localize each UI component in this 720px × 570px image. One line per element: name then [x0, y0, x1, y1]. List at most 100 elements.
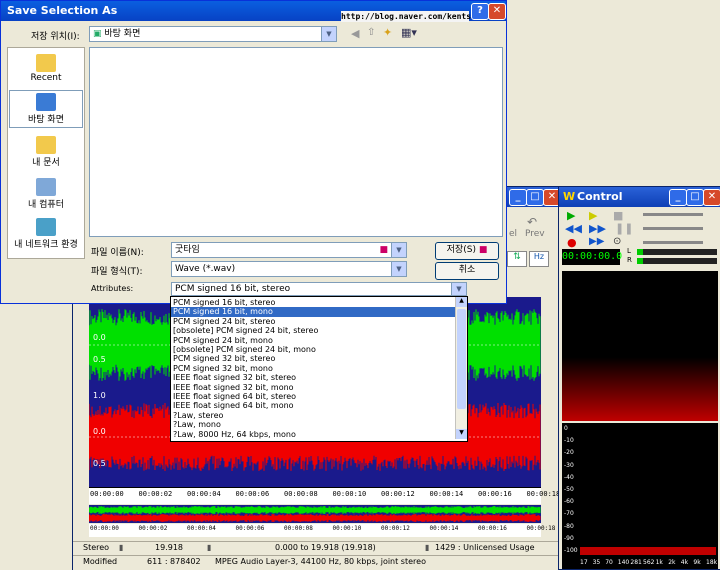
- zoom-vertical-button[interactable]: ⇅: [507, 251, 527, 267]
- url-watermark: http://blog.naver.com/kentsh2: [341, 11, 481, 22]
- ruler-tick-label: 00:00:08: [284, 525, 313, 532]
- meter-freq-label: 35: [592, 559, 601, 566]
- desktop-icon: [36, 93, 56, 111]
- place-my-documents[interactable]: 내 문서: [9, 134, 83, 172]
- filetype-value: Wave (*.wav): [175, 264, 236, 274]
- overview-waveform[interactable]: [88, 505, 541, 523]
- attribute-option[interactable]: ?Law, 8000 Hz, 64 kbps, mono: [171, 430, 457, 440]
- attributes-label: Attributes:: [91, 284, 134, 293]
- ruler-tick-label: 00:00:10: [332, 525, 362, 532]
- chevron-down-icon[interactable]: ▼: [451, 283, 466, 295]
- status-range: 0.000 to 19.918 (19.918): [275, 543, 376, 552]
- my-computer-icon: [36, 178, 56, 196]
- stop-icon[interactable]: ■: [613, 209, 623, 222]
- prev-button[interactable]: Prev: [525, 229, 545, 239]
- filename-label: 파일 이름(N):: [91, 248, 144, 258]
- forward-icon[interactable]: ▶▶: [589, 222, 606, 235]
- up-folder-icon[interactable]: ⇧: [367, 27, 375, 38]
- filetype-select[interactable]: Wave (*.wav) ▼: [171, 261, 407, 277]
- meter-db-label: -80: [564, 522, 574, 530]
- places-bar: Recent 바탕 화면 내 문서 내 컴퓨터 내 네트워크 환경: [7, 47, 85, 259]
- zoom-horizontal-button[interactable]: Hz: [529, 251, 549, 267]
- scroll-up-icon[interactable]: ▲: [456, 297, 467, 307]
- chevron-down-icon[interactable]: ▼: [391, 262, 406, 276]
- record-icon[interactable]: ●: [567, 236, 577, 249]
- cancel-button[interactable]: 취소: [435, 262, 499, 280]
- overview-channel: [88, 506, 541, 514]
- meter-db-label: -50: [564, 486, 574, 493]
- chevron-down-icon[interactable]: ▼: [321, 27, 336, 41]
- pause-icon[interactable]: ❚❚: [615, 222, 633, 235]
- control-window: W Control _ □ ✕ ▶ ▶ ■ ◀◀ ▶▶ ❚❚ ● ▶▶ ⊙ 00…: [558, 186, 720, 570]
- control-title: Control: [577, 190, 623, 203]
- toolbar-label[interactable]: el: [509, 229, 517, 239]
- spectrum-bars: [580, 547, 716, 555]
- wave-label: 0.5: [93, 355, 106, 364]
- ruler-tick-label: 00:00:16: [478, 525, 507, 532]
- scroll-thumb[interactable]: [457, 309, 466, 409]
- play-icon[interactable]: ▶: [567, 209, 575, 222]
- place-label: 내 컴퓨터: [28, 200, 64, 210]
- chevron-down-icon[interactable]: ▼: [391, 243, 406, 257]
- minimize-button[interactable]: _: [669, 189, 687, 206]
- ruler-tick-label: 00:00:02: [138, 525, 168, 532]
- attributes-dropdown-list[interactable]: PCM signed 16 bit, stereo PCM signed 16 b…: [170, 296, 468, 442]
- maximize-button[interactable]: □: [686, 189, 704, 206]
- editor-toolbar: el ↶ Prev: [509, 213, 561, 243]
- meter-freq-label: 562: [643, 559, 655, 566]
- location-combo[interactable]: ▣ 바탕 화면 ▼: [89, 26, 337, 42]
- pan-slider[interactable]: [643, 227, 703, 230]
- transport-controls: ▶ ▶ ■ ◀◀ ▶▶ ❚❚ ● ▶▶ ⊙: [563, 209, 635, 249]
- rewind-icon[interactable]: ◀◀: [565, 222, 582, 235]
- meter-freq-label: 17: [580, 559, 588, 566]
- back-icon[interactable]: ◀: [351, 27, 359, 40]
- meter-freq-label: 4k: [680, 559, 689, 566]
- save-button[interactable]: 저장(S) ■: [435, 242, 499, 260]
- meter-db-label: -90: [564, 534, 574, 542]
- end-icon[interactable]: ▶▶: [589, 236, 604, 247]
- ruler-tick-label: 00:00:00: [90, 490, 124, 498]
- ruler-tick-label: 00:00:08: [284, 490, 318, 498]
- close-button[interactable]: ✕: [488, 3, 506, 20]
- volume-slider[interactable]: [643, 213, 703, 216]
- play-loop-icon[interactable]: ▶: [589, 209, 597, 222]
- ruler-tick-label: 00:00:04: [187, 525, 216, 532]
- place-label: 바탕 화면: [28, 115, 64, 125]
- location-value: 바탕 화면: [104, 29, 141, 39]
- place-label: Recent: [30, 73, 62, 83]
- minimize-button[interactable]: _: [509, 189, 527, 206]
- meter-freq-label: 9k: [693, 559, 701, 566]
- help-button[interactable]: ?: [471, 3, 489, 20]
- meter-freq-label: 1k: [655, 559, 663, 566]
- close-button[interactable]: ✕: [703, 189, 720, 206]
- filename-input[interactable]: 굿타임 ■ ▼: [171, 242, 407, 258]
- place-desktop[interactable]: 바탕 화면: [9, 90, 83, 128]
- dropdown-scrollbar[interactable]: ▲ ▼: [455, 297, 467, 439]
- maximize-button[interactable]: □: [526, 189, 544, 206]
- meter-freq-label: 70: [605, 559, 613, 566]
- place-my-computer[interactable]: 내 컴퓨터: [9, 176, 83, 214]
- attributes-select[interactable]: PCM signed 16 bit, stereo ▼: [171, 282, 467, 296]
- meter-db-label: -20: [564, 449, 574, 457]
- place-label: 내 문서: [32, 158, 60, 168]
- meter-freq-label: 18k: [706, 559, 718, 566]
- spectrum-fill: [562, 357, 718, 421]
- save-button-label: 저장(S): [446, 245, 476, 255]
- desktop-small-icon: ▣: [93, 29, 105, 39]
- speed-slider[interactable]: [643, 241, 703, 244]
- meter-db-label: -100: [564, 547, 578, 554]
- ime-icon: ■: [379, 245, 388, 255]
- location-label: 저장 위치(I):: [31, 32, 80, 42]
- place-recent[interactable]: Recent: [9, 52, 83, 90]
- new-folder-icon[interactable]: ✦: [383, 26, 392, 39]
- view-menu-icon[interactable]: ▦▾: [401, 26, 417, 39]
- status-usage: 1429 : Unlicensed Usage: [435, 543, 535, 552]
- monitor-icon[interactable]: ⊙: [613, 236, 621, 247]
- scroll-down-icon[interactable]: ▼: [456, 429, 467, 439]
- filetype-label: 파일 형식(T):: [91, 267, 143, 277]
- ruler-tick-label: 00:00:16: [478, 490, 512, 498]
- place-network[interactable]: 내 네트워크 환경: [9, 216, 83, 254]
- file-list[interactable]: [89, 47, 503, 237]
- ruler-tick-label: 00:00:14: [429, 490, 464, 498]
- meter-db-label: 0: [564, 425, 568, 432]
